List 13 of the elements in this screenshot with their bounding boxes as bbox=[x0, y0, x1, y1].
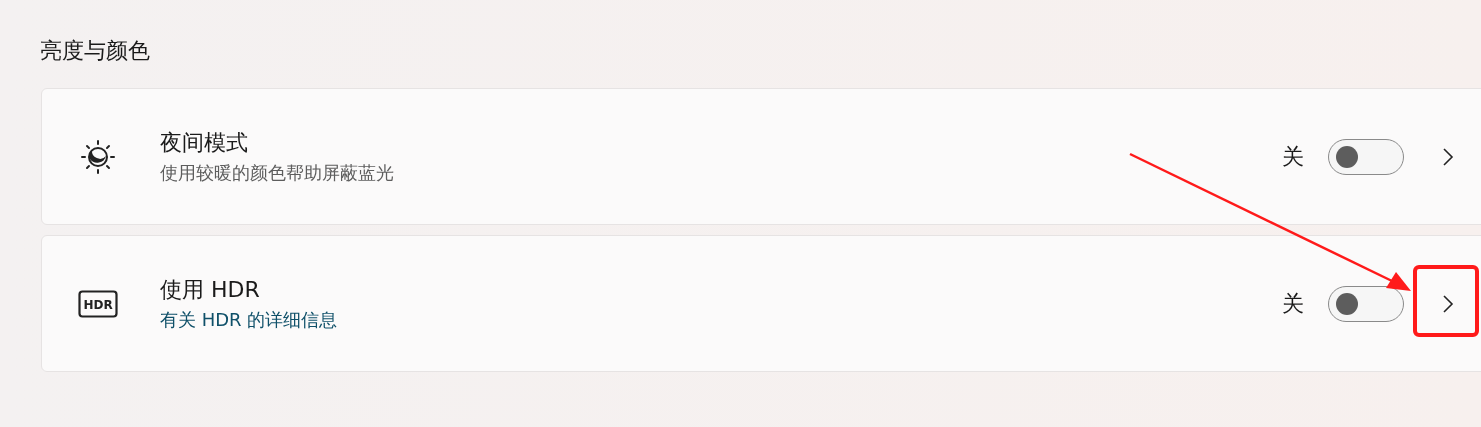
highlight-box bbox=[1413, 265, 1479, 337]
toggle-switch[interactable] bbox=[1328, 138, 1404, 175]
hdr-icon: HDR bbox=[78, 289, 118, 318]
toggle-state-label: 关 bbox=[1282, 142, 1304, 171]
details-link[interactable]: 有关 HDR 的详细信息 bbox=[160, 307, 338, 332]
toggle-switch[interactable] bbox=[1328, 285, 1404, 322]
setting-title: 使用 HDR bbox=[160, 275, 261, 304]
chevron-right-icon[interactable] bbox=[1442, 293, 1454, 314]
section-title: 亮度与颜色 bbox=[40, 37, 151, 65]
chevron-right-icon[interactable] bbox=[1442, 146, 1454, 167]
toggle-state-label: 关 bbox=[1282, 289, 1304, 318]
setting-description: 使用较暖的颜色帮助屏蔽蓝光 bbox=[160, 160, 395, 185]
setting-title: 夜间模式 bbox=[160, 128, 249, 157]
